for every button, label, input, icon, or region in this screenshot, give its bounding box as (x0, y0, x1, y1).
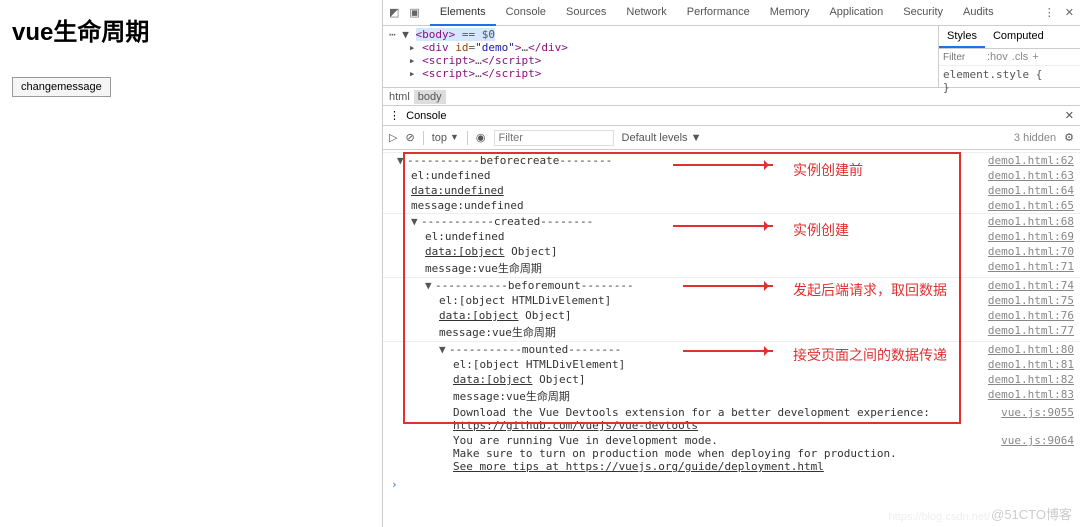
console-row: ▼-----------mounted--------demo1.html:80 (383, 341, 1080, 357)
elements-source[interactable]: ⋯ ▼ <body> == $0 ▸ <div id="demo">…</div… (383, 26, 938, 87)
source-link[interactable]: vue.js:9064 (993, 434, 1074, 473)
context-select[interactable]: top ▼ (432, 132, 459, 144)
console-row: data:[object Object]demo1.html:76 (383, 308, 1080, 323)
style-rule-open: element.style { (943, 68, 1076, 81)
annotation-arrow (683, 285, 773, 287)
source-link[interactable]: demo1.html:74 (980, 279, 1074, 292)
add-rule-icon[interactable]: + (1032, 51, 1038, 63)
console-row: Download the Vue Devtools extension for … (383, 405, 1080, 433)
source-link[interactable]: demo1.html:81 (980, 358, 1074, 371)
gear-icon[interactable]: ⚙ (1064, 131, 1074, 144)
source-link[interactable]: demo1.html:82 (980, 373, 1074, 386)
annotation-arrow (683, 350, 773, 352)
tab-computed[interactable]: Computed (985, 26, 1052, 48)
styles-pane: Styles Computed :hov .cls + element.styl… (938, 26, 1080, 87)
tab-security[interactable]: Security (893, 0, 953, 26)
console-close-icon[interactable]: ✕ (1065, 109, 1074, 122)
source-link[interactable]: demo1.html:71 (980, 260, 1074, 276)
console-row: data:undefineddemo1.html:64 (383, 183, 1080, 198)
breadcrumb-body[interactable]: body (414, 90, 446, 104)
devtools-tabs: ElementsConsoleSourcesNetworkPerformance… (430, 0, 1034, 26)
annotation-arrow (673, 164, 773, 166)
tab-elements[interactable]: Elements (430, 0, 496, 26)
source-link[interactable]: demo1.html:75 (980, 294, 1074, 307)
caret-icon[interactable]: ▼ (397, 154, 407, 167)
source-link[interactable]: demo1.html:77 (980, 324, 1074, 340)
hov-toggle[interactable]: :hov (987, 51, 1008, 63)
tab-performance[interactable]: Performance (677, 0, 760, 26)
close-icon[interactable]: ✕ (1065, 6, 1074, 19)
annotation-text: 实例创建前 (793, 160, 863, 180)
source-link[interactable]: demo1.html:69 (980, 230, 1074, 243)
console-drawer-header: ⋮ Console ✕ (383, 106, 1080, 126)
annotation-text: 接受页面之间的数据传递 (793, 345, 947, 365)
console-body: ▼-----------beforecreate--------demo1.ht… (383, 150, 1080, 527)
drawer-more-icon[interactable]: ⋮ (389, 109, 400, 122)
changemessage-button[interactable]: changemessage (12, 77, 111, 97)
console-prompt[interactable]: › (383, 476, 1080, 493)
caret-icon[interactable]: ▼ (439, 343, 449, 356)
console-row: message:vue生命周期demo1.html:71 (383, 259, 1080, 277)
source-link[interactable]: demo1.html:76 (980, 309, 1074, 322)
source-link[interactable]: demo1.html:83 (980, 388, 1074, 404)
console-row: data:[object Object]demo1.html:70 (383, 244, 1080, 259)
eye-icon[interactable]: ◉ (476, 131, 486, 144)
console-row: message:undefineddemo1.html:65 (383, 198, 1080, 213)
source-link[interactable]: demo1.html:68 (980, 215, 1074, 228)
source-link[interactable]: demo1.html:63 (980, 169, 1074, 182)
console-row: el:[object HTMLDivElement]demo1.html:75 (383, 293, 1080, 308)
tab-styles[interactable]: Styles (939, 26, 985, 48)
watermark-51cto: @51CTO博客 (991, 504, 1072, 523)
caret-icon[interactable]: ▼ (411, 215, 421, 228)
more-icon[interactable]: ⋮ (1044, 6, 1055, 19)
tab-sources[interactable]: Sources (556, 0, 616, 26)
source-link[interactable]: vue.js:9055 (993, 406, 1074, 432)
inspect-icon[interactable]: ◩ (389, 6, 399, 19)
styles-filter-input[interactable] (943, 52, 983, 63)
console-label: Console (406, 110, 1065, 122)
elements-row: ⋯ ▼ <body> == $0 ▸ <div id="demo">…</div… (383, 26, 1080, 88)
console-filter-input[interactable] (494, 130, 614, 146)
tab-application[interactable]: Application (819, 0, 893, 26)
devtools-toolbar: ◩ ▣ ElementsConsoleSourcesNetworkPerform… (383, 0, 1080, 26)
annotation-text: 发起后端请求，取回数据 (793, 280, 947, 300)
levels-select[interactable]: Default levels ▼ (622, 132, 702, 144)
console-toolbar: ▷ ⊘ top ▼ ◉ Default levels ▼ 3 hidden ⚙ (383, 126, 1080, 150)
console-row: el:undefineddemo1.html:69 (383, 229, 1080, 244)
console-row: message:vue生命周期demo1.html:77 (383, 323, 1080, 341)
source-link[interactable]: demo1.html:80 (980, 343, 1074, 356)
source-link[interactable]: demo1.html:62 (980, 154, 1074, 167)
annotation-text: 实例创建 (793, 220, 849, 240)
console-row: data:[object Object]demo1.html:82 (383, 372, 1080, 387)
console-row: el:undefineddemo1.html:63 (383, 168, 1080, 183)
source-link[interactable]: demo1.html:70 (980, 245, 1074, 258)
source-link[interactable]: demo1.html:65 (980, 199, 1074, 212)
clear-icon[interactable]: ⊘ (405, 131, 414, 144)
tab-memory[interactable]: Memory (760, 0, 820, 26)
console-row: el:[object HTMLDivElement]demo1.html:81 (383, 357, 1080, 372)
devtools-panel: ◩ ▣ ElementsConsoleSourcesNetworkPerform… (382, 0, 1080, 527)
execute-icon[interactable]: ▷ (389, 131, 397, 144)
tab-audits[interactable]: Audits (953, 0, 1004, 26)
device-icon[interactable]: ▣ (409, 6, 419, 19)
caret-icon[interactable]: ▼ (425, 279, 435, 292)
console-row: message:vue生命周期demo1.html:83 (383, 387, 1080, 405)
tab-network[interactable]: Network (616, 0, 676, 26)
source-link[interactable]: demo1.html:64 (980, 184, 1074, 197)
watermark-csdn: https://blog.csdn.net/ (888, 511, 990, 523)
hidden-count: 3 hidden (1014, 132, 1056, 144)
page-title: vue生命周期 (12, 12, 370, 47)
breadcrumb: html body (383, 88, 1080, 106)
cls-toggle[interactable]: .cls (1012, 51, 1029, 63)
breadcrumb-html[interactable]: html (389, 91, 410, 103)
annotation-arrow (673, 225, 773, 227)
page-left: vue生命周期 changemessage (0, 0, 382, 109)
console-row: You are running Vue in development mode.… (383, 433, 1080, 474)
tab-console[interactable]: Console (496, 0, 556, 26)
